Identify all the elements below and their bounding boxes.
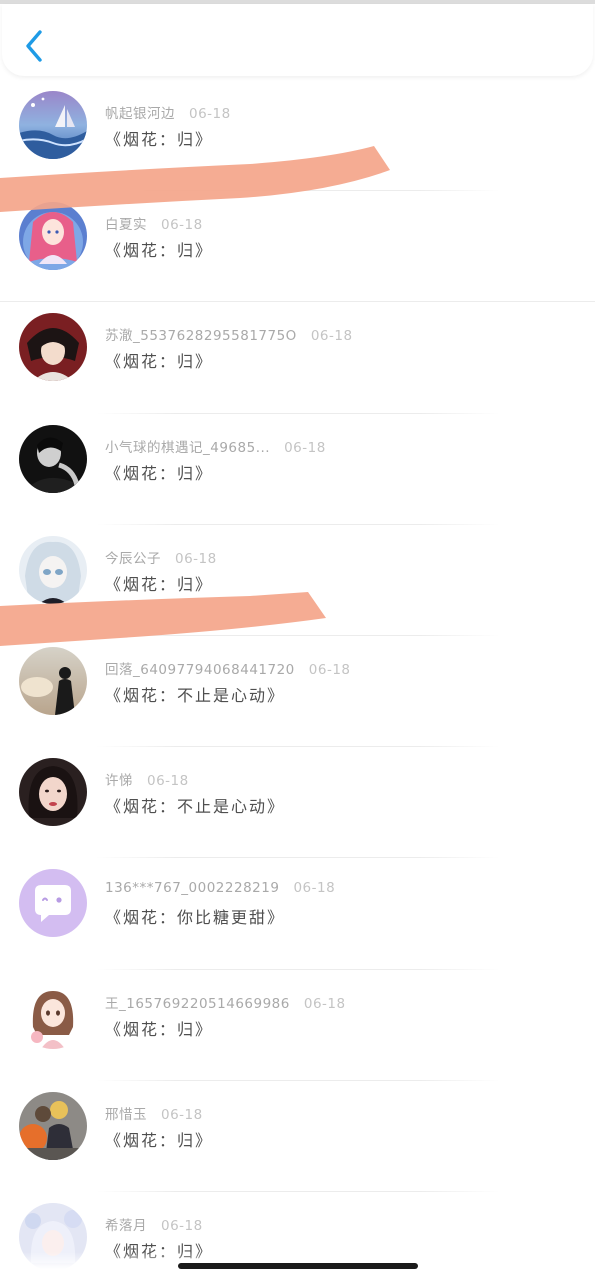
row-meta: 白夏实 06-18: [105, 213, 203, 233]
avatar: [19, 758, 87, 827]
list-item[interactable]: 回落_640977940684417​20 06-18 《烟花：不止是心动》: [0, 636, 595, 748]
row-meta: 希落月 06-18: [105, 1214, 203, 1234]
date-label: 06-18: [303, 995, 346, 1012]
date-label: 06-18: [161, 1106, 203, 1123]
row-meta: 136***767_0002228219 06-18: [105, 880, 335, 896]
row-meta: 王_165769220514669986 06-18: [105, 992, 346, 1012]
user-name: 许悌: [105, 773, 133, 790]
home-indicator[interactable]: [178, 1263, 418, 1269]
date-label: 06-18: [310, 328, 353, 345]
row-meta: 帆起银河边 06-18: [105, 102, 231, 122]
list-item[interactable]: 白夏实 06-18 《烟花：归》: [0, 191, 595, 303]
list-item[interactable]: 小气球的棋遇记_49685... 06-18 《烟花：归》: [0, 414, 595, 525]
message-text: 《烟花：归》: [105, 463, 214, 483]
user-name: 邢惜玉: [105, 1106, 147, 1123]
user-name: 小气球的棋遇记_49685...: [105, 439, 271, 456]
user-name: 苏澈_5537628295581775O: [105, 328, 297, 345]
user-name: 白夏实: [105, 217, 147, 234]
avatar: [19, 535, 87, 604]
message-text: 《烟花：你比糖更甜》: [105, 908, 286, 928]
user-name: 帆起银河边: [105, 106, 175, 122]
header-bar: [2, 4, 593, 76]
list-item[interactable]: 王_165769220514669986 06-18 《烟花：归》: [0, 970, 595, 1081]
date-label: 06-18: [161, 217, 203, 234]
message-text: 《烟花：归》: [105, 1130, 214, 1150]
date-label: 06-18: [308, 661, 351, 678]
row-meta: 小气球的棋遇记_49685... 06-18: [105, 436, 326, 456]
page: 帆起银河边 06-18 《烟花：归》 白夏实 06-18 《烟花：归》 苏澈_5…: [0, 0, 595, 1280]
user-name: 今辰公子: [105, 550, 161, 567]
list-item[interactable]: 今辰公子 06-18 《烟花：归》: [0, 525, 595, 636]
avatar: [19, 202, 87, 271]
row-meta: 今辰公子 06-18: [105, 547, 217, 567]
user-name: 希落月: [105, 1217, 147, 1234]
avatar: [19, 869, 87, 938]
message-text: 《烟花：不止是心动》: [105, 685, 286, 705]
avatar: [19, 646, 87, 715]
user-name: 回落_640977940684417​20: [105, 661, 295, 678]
date-label: 06-18: [161, 1217, 203, 1234]
message-text: 《烟花：归》: [105, 130, 214, 149]
back-button[interactable]: [18, 26, 52, 66]
date-label: 06-18: [293, 880, 336, 897]
avatar: [19, 980, 87, 1049]
list-item[interactable]: 帆起银河边 06-18 《烟花：归》: [0, 80, 595, 192]
date-label: 06-18: [189, 106, 231, 122]
message-text: 《烟花：归》: [105, 1019, 214, 1039]
date-label: 06-18: [175, 550, 217, 567]
row-meta: 苏澈_5537628295581775O 06-18: [105, 324, 353, 344]
chevron-left-icon: [26, 30, 42, 62]
record-list: 帆起银河边 06-18 《烟花：归》 白夏实 06-18 《烟花：归》 苏澈_5…: [0, 80, 595, 1280]
list-item[interactable]: 苏澈_5537628295581775O 06-18 《烟花：归》: [0, 302, 595, 414]
list-item[interactable]: 邢惜玉 06-18 《烟花：归》: [0, 1081, 595, 1192]
list-item[interactable]: 136***767_0002228219 06-18 《烟花：你比糖更甜》: [0, 858, 595, 970]
avatar: [19, 91, 87, 159]
message-text: 《烟花：归》: [105, 241, 214, 261]
list-item[interactable]: 许悌 06-18 《烟花：不止是心动》: [0, 747, 595, 859]
message-text: 《烟花：归》: [105, 352, 214, 372]
message-text: 《烟花：不止是心动》: [105, 797, 286, 817]
row-meta: 邢惜玉 06-18: [105, 1103, 203, 1123]
user-name: 136***767_0002228219: [105, 880, 280, 897]
date-label: 06-18: [147, 773, 189, 790]
row-meta: 回落_640977940684417​20 06-18: [105, 658, 351, 678]
message-text: 《烟花：归》: [105, 574, 214, 594]
user-name: 王_165769220514669986: [105, 995, 290, 1012]
avatar: [19, 313, 87, 382]
date-label: 06-18: [284, 439, 326, 456]
avatar: [19, 1091, 87, 1160]
row-meta: 许悌 06-18: [105, 769, 189, 789]
avatar: [19, 424, 87, 493]
